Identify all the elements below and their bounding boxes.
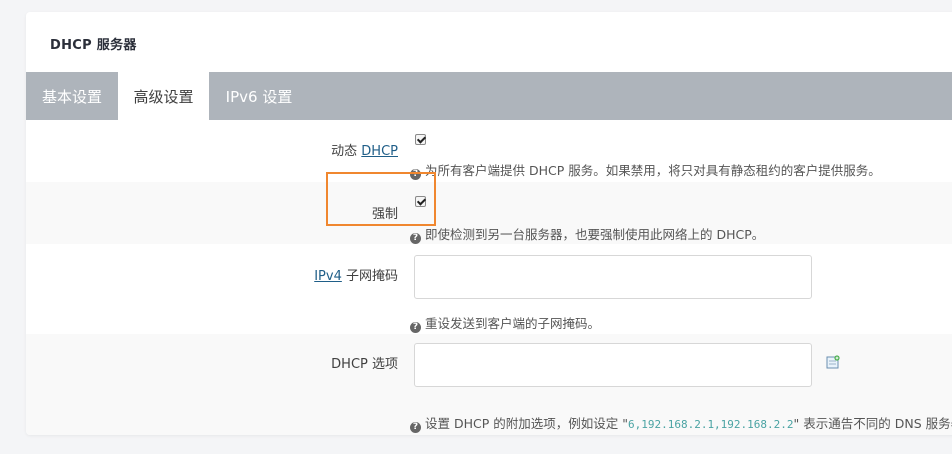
ipv4-netmask-label: IPv4 子网掩码	[314, 265, 398, 284]
tab-advanced-settings[interactable]: 高级设置	[118, 72, 209, 120]
ipv4-netmask-help: ? 重设发送到客户端的子网掩码。	[410, 313, 600, 333]
dhcp-options-input[interactable]	[414, 343, 812, 387]
dhcp-options-help-prefix: 设置 DHCP 的附加选项，例如设定 "	[425, 416, 628, 431]
row-dhcp-options: DHCP 选项 ? 设置 DHCP 的附加选项，例如设定 "6,192.168.2…	[26, 334, 952, 435]
dhcp-options-help-code: 6,192.168.2.1,192.168.2.2	[627, 418, 794, 431]
dynamic-dhcp-help: ? 为所有客户端提供 DHCP 服务。如果禁用，将只对具有静态租约的客户提供服务。	[410, 160, 881, 180]
ipv4-netmask-label-text: 子网掩码	[341, 269, 398, 284]
dynamic-dhcp-label: 动态 DHCP	[331, 140, 398, 159]
dynamic-dhcp-label-text: 动态	[331, 144, 362, 159]
dhcp-server-panel: DHCP 服务器 基本设置 高级设置 IPv6 设置 动态 DHCP ? 为所有客…	[26, 12, 952, 435]
row-force: 强制 ? 即使检测到另一台服务器，也要强制使用此网络上的 DHCP。	[26, 182, 952, 244]
dhcp-options-help-suffix: " 表示通告不同的 DNS 服务器	[793, 416, 952, 431]
tab-basic-settings[interactable]: 基本设置	[26, 72, 118, 120]
tab-ipv6-settings[interactable]: IPv6 设置	[209, 72, 309, 120]
force-help: ? 即使检测到另一台服务器，也要强制使用此网络上的 DHCP。	[410, 224, 764, 244]
dhcp-options-help: ? 设置 DHCP 的附加选项，例如设定 "6,192.168.2.1,192.1…	[410, 413, 952, 433]
section-title: DHCP 服务器	[50, 38, 137, 53]
row-dynamic-dhcp: 动态 DHCP ? 为所有客户端提供 DHCP 服务。如果禁用，将只对具有静态租约…	[26, 120, 952, 182]
tab-bar: 基本设置 高级设置 IPv6 设置	[26, 72, 952, 120]
dhcp-abbr-link[interactable]: DHCP	[361, 144, 398, 159]
dhcp-options-label: DHCP 选项	[331, 357, 398, 372]
question-circle-icon: ?	[410, 422, 421, 433]
ipv4-abbr-link[interactable]: IPv4	[314, 269, 342, 284]
dynamic-dhcp-help-text: 为所有客户端提供 DHCP 服务。如果禁用，将只对具有静态租约的客户提供服务。	[425, 163, 881, 178]
ipv4-netmask-help-text: 重设发送到客户端的子网掩码。	[425, 316, 601, 331]
force-highlight-box	[326, 172, 436, 226]
question-circle-icon: ?	[410, 233, 421, 244]
force-help-text: 即使检测到另一台服务器，也要强制使用此网络上的 DHCP。	[425, 227, 765, 242]
question-circle-icon: ?	[410, 322, 421, 333]
row-ipv4-netmask: IPv4 子网掩码 ? 重设发送到客户端的子网掩码。	[26, 244, 952, 334]
dynamic-dhcp-checkbox[interactable]	[415, 134, 426, 145]
add-entry-icon[interactable]	[826, 355, 840, 369]
ipv4-netmask-input[interactable]	[414, 255, 812, 299]
